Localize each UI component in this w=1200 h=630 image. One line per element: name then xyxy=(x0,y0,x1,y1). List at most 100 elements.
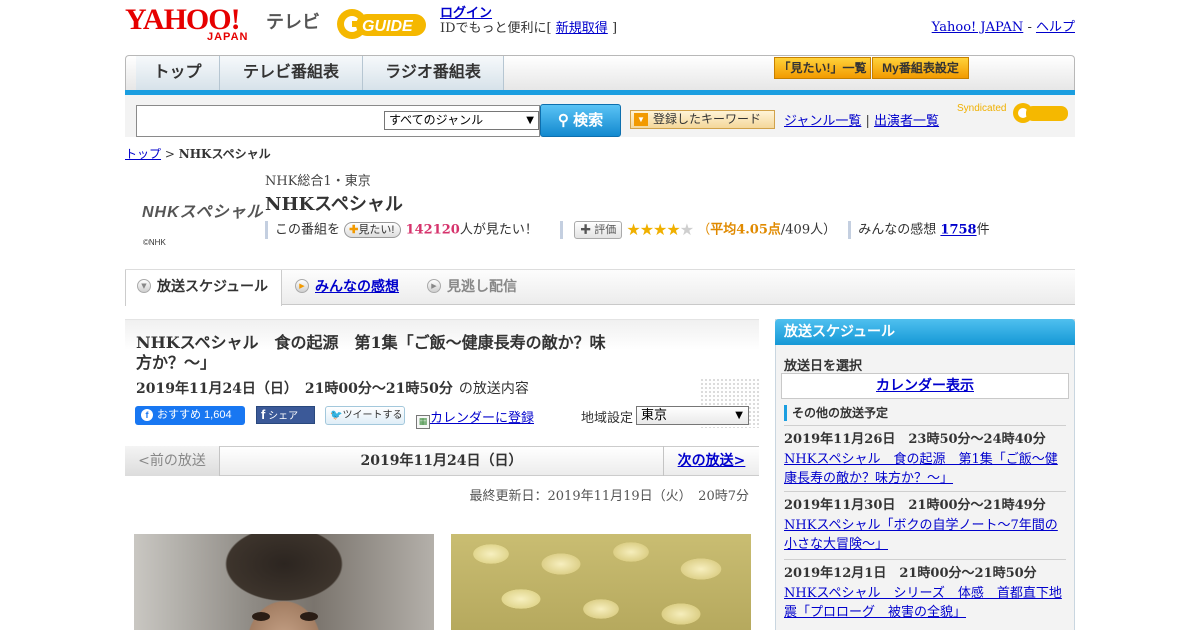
impressions-suffix: 件 xyxy=(976,222,990,238)
calendar-display-link[interactable]: カレンダー表示 xyxy=(876,378,974,394)
prev-broadcast-link[interactable]: <前の放送 xyxy=(125,446,220,476)
episode-date-value: 2019年11月24日（日） 21時00分～21時50分 xyxy=(136,381,453,397)
schedule-item-link[interactable]: NHKスペシャル シリーズ 体感 首都直下地震「プロローグ 被害の全貌」 xyxy=(784,584,1066,622)
episode-date: 2019年11月24日（日） 21時00分～21時50分 の放送内容 xyxy=(136,378,529,398)
calendar-register-link[interactable]: カレンダーに登録 xyxy=(430,411,534,426)
subtab-missed-label: 見逃し配信 xyxy=(447,279,517,295)
keyword-button[interactable]: ▼ 登録したキーワード xyxy=(630,110,775,129)
chevron-down-icon: ▼ xyxy=(735,410,743,421)
next-broadcast-cell: 次の放送> xyxy=(663,446,759,476)
schedule-item-time: 2019年12月1日 21時00分～21時50分 xyxy=(784,566,1037,581)
main-nav: トップ テレビ番組表 ラジオ番組表 「見たい!」一覧 My番組表設定 xyxy=(125,55,1075,95)
genre-select-value: すべてのジャンル xyxy=(389,113,484,127)
search-links: ジャンル一覧 | 出演者一覧 xyxy=(784,110,939,129)
divider xyxy=(265,221,268,239)
breadcrumb-top[interactable]: トップ xyxy=(125,147,161,161)
region-select[interactable]: 東京 ▼ xyxy=(636,406,749,425)
facebook-share-button[interactable]: f シェア xyxy=(256,406,315,424)
last-updated: 最終更新日：2019年11月19日（火） 20時7分 xyxy=(469,489,749,504)
yahoo-japan-link[interactable]: Yahoo! JAPAN xyxy=(932,20,1024,35)
episode-title: NHKスペシャル 食の起源 第1集「ご飯～健康長寿の敵か？味方か？～」 xyxy=(136,333,606,372)
impressions-prefix: みんなの感想 xyxy=(858,222,937,238)
yahoo-japan-logo[interactable]: YAHOO! JAPAN xyxy=(125,3,261,44)
search-button-label: 検索 xyxy=(573,112,604,129)
my-schedule-button[interactable]: My番組表設定 xyxy=(872,57,969,79)
signup-link[interactable]: 新規取得 xyxy=(556,21,608,36)
want-button[interactable]: ✚見たい! xyxy=(344,222,402,238)
subtab-impressions-label: みんなの感想 xyxy=(315,279,399,295)
triangle-down-icon: ▼ xyxy=(634,113,648,126)
photo-detail xyxy=(252,612,270,621)
login-link[interactable]: ログイン xyxy=(440,6,492,21)
tab-tv-schedule[interactable]: テレビ番組表 xyxy=(220,56,363,90)
region-label: 地域設定 xyxy=(581,411,634,426)
sub-tabs: ▼ 放送スケジュール ▶ みんなの感想 ▶ 見逃し配信 xyxy=(125,269,1075,306)
chevron-right-icon: ▶ xyxy=(295,279,309,293)
star-empty-icon: ★ xyxy=(679,220,694,239)
select-date-label: 放送日を選択 xyxy=(784,359,863,374)
star-icon: ★ xyxy=(666,220,680,239)
yahoo-logo-text: YAHOO! xyxy=(125,3,241,36)
next-broadcast-link[interactable]: 次の放送> xyxy=(678,453,746,469)
gguide-logo-text: GUIDE xyxy=(362,18,414,35)
calendar-icon: ▦ xyxy=(416,415,430,429)
region-select-value: 東京 xyxy=(641,408,668,423)
calendar-box: カレンダー表示 xyxy=(781,373,1069,399)
rating-average: 平均4.05点 xyxy=(710,222,781,238)
tab-radio-schedule[interactable]: ラジオ番組表 xyxy=(363,56,504,90)
gguide-logo[interactable]: GUIDE xyxy=(334,6,434,42)
facebook-icon: f xyxy=(141,409,153,421)
divider xyxy=(560,221,564,239)
search-links-divider: | xyxy=(865,114,870,129)
subtab-impressions[interactable]: ▶ みんなの感想 xyxy=(295,270,399,306)
facebook-recommend-button[interactable]: f おすすめ 1,604 xyxy=(135,406,245,425)
current-broadcast-date: 2019年11月24日（日） xyxy=(360,453,523,469)
japan-logo-text: JAPAN xyxy=(207,31,249,43)
gguide-logo-icon: GUIDE xyxy=(337,9,426,39)
schedule-item-link[interactable]: NHKスペシャル「ボクの自学ノート～7年間の小さな大冒険～」 xyxy=(784,516,1066,554)
rating-stars: ★★★★★ xyxy=(626,220,694,239)
subtab-missed[interactable]: ▶ 見逃し配信 xyxy=(427,270,517,306)
eval-button-label: 評価 xyxy=(594,224,617,236)
facebook-share-label: シェア xyxy=(268,411,299,422)
twitter-bird-icon: 🐦 xyxy=(330,410,343,421)
calendar-register: ▦ カレンダーに登録 xyxy=(416,407,534,429)
program-copyright: ©NHK xyxy=(143,238,166,247)
impressions-count-link[interactable]: 1758 xyxy=(940,223,976,238)
genre-select[interactable]: すべてのジャンル ▼ xyxy=(384,111,539,130)
subtab-schedule[interactable]: ▼ 放送スケジュール xyxy=(125,270,282,306)
gguide-small-icon xyxy=(1013,103,1068,123)
episode-photo-rice xyxy=(451,534,751,630)
help-link[interactable]: ヘルプ xyxy=(1036,20,1075,35)
search-button[interactable]: ⚲ 検索 xyxy=(540,104,621,137)
breadcrumb-current: NHKスペシャル xyxy=(178,147,271,161)
breadcrumb: トップ > NHKスペシャル xyxy=(125,145,271,162)
top-right-sep: - xyxy=(1027,20,1032,35)
rating-people: /409人） xyxy=(780,222,837,238)
want-count: 142120 xyxy=(405,222,460,238)
tv-label: テレビ xyxy=(266,12,320,32)
schedule-item-link[interactable]: NHKスペシャル 食の起源 第1集「ご飯～健康長寿の敵か？味方か？～」 xyxy=(784,450,1066,488)
syndicated-label: Syndicated xyxy=(957,103,1007,114)
rating-open: （ xyxy=(697,222,711,238)
facebook-recommend-label: おすすめ 1,604 xyxy=(157,409,232,421)
program-logo: NHKスペシャル xyxy=(142,204,264,221)
chevron-right-icon: ▶ xyxy=(427,279,441,293)
genre-list-link[interactable]: ジャンル一覧 xyxy=(784,114,861,129)
breadcrumb-sep: > xyxy=(164,147,175,161)
schedule-item: 2019年11月30日 21時00分～21時49分 NHKスペシャル「ボクの自学… xyxy=(784,491,1066,554)
star-icon: ★ xyxy=(653,220,667,239)
schedule-item-time: 2019年11月30日 21時00分～21時49分 xyxy=(784,498,1046,513)
login-box: ログイン IDでもっと便利に[ 新規取得 ] xyxy=(440,6,617,36)
tweet-button[interactable]: 🐦ツイートする xyxy=(325,406,405,425)
performer-list-link[interactable]: 出演者一覧 xyxy=(874,114,939,129)
tab-top[interactable]: トップ xyxy=(136,56,220,90)
divider xyxy=(848,221,852,239)
schedule-item: 2019年11月26日 23時50分～24時40分 NHKスペシャル 食の起源 … xyxy=(784,425,1066,488)
login-suffix: ] xyxy=(611,21,618,36)
eval-button[interactable]: ✚ 評価 xyxy=(574,221,623,239)
sidebar-header: 放送スケジュール xyxy=(775,319,1075,345)
chevron-down-icon: ▼ xyxy=(526,115,534,126)
mitai-list-button[interactable]: 「見たい!」一覧 xyxy=(774,57,871,79)
want-prefix: この番組を xyxy=(275,222,341,238)
